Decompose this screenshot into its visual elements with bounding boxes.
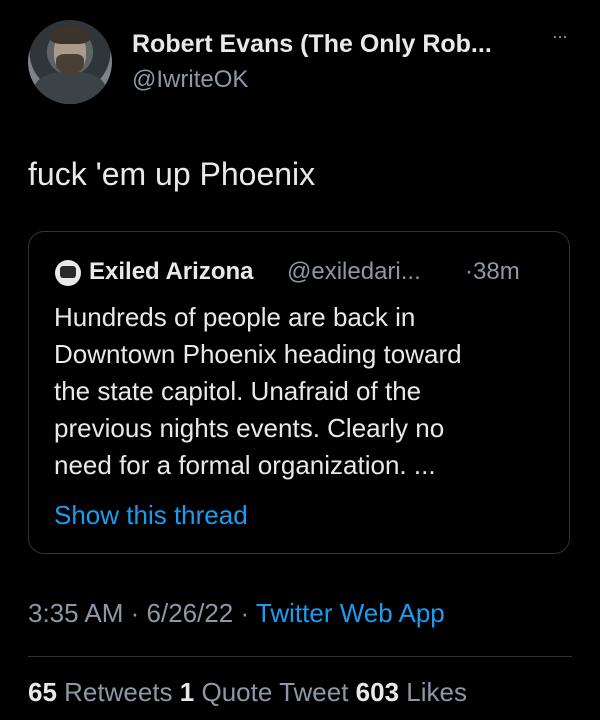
quote-tweets-label: Quote Tweet xyxy=(201,677,349,707)
tweet-metadata: 3:35 AM · 6/26/22 · Twitter Web App xyxy=(28,598,445,629)
author-avatar[interactable] xyxy=(28,20,112,104)
likes-stat[interactable]: 603 Likes xyxy=(356,677,467,707)
quote-tweets-stat[interactable]: 1 Quote Tweet xyxy=(180,677,349,707)
quoted-text-line: previous nights events. Clearly no xyxy=(54,413,445,443)
retweets-stat[interactable]: 65 Retweets xyxy=(28,677,173,707)
engagement-stats: 65 Retweets 1 Quote Tweet 603 Likes xyxy=(28,677,467,708)
avatar-body xyxy=(34,72,106,104)
divider xyxy=(28,656,572,657)
tweet-date[interactable]: 6/26/22 xyxy=(147,598,234,628)
quoted-handle: @exiledari... xyxy=(287,258,421,285)
quoted-text-line: Downtown Phoenix heading toward xyxy=(54,339,462,369)
retweets-label: Retweets xyxy=(64,677,173,707)
quote-tweets-count: 1 xyxy=(179,677,195,707)
quoted-text-line: Hundreds of people are back in xyxy=(54,302,416,332)
meta-separator: · xyxy=(123,598,147,628)
avatar-hair xyxy=(50,26,90,44)
retweets-count: 65 xyxy=(28,677,57,707)
quoted-text-line: the state capitol. Unafraid of the xyxy=(54,376,422,406)
quoted-tweet-text: Hundreds of people are back in Downtown … xyxy=(54,299,554,484)
show-thread-link[interactable]: Show this thread xyxy=(54,500,248,531)
quoted-timestamp: ·38m xyxy=(465,258,520,285)
author-display-name[interactable]: Robert Evans (The Only Rob... xyxy=(132,30,492,59)
tweet-text: fuck 'em up Phoenix xyxy=(28,156,316,192)
source-app-link[interactable]: Twitter Web App xyxy=(256,598,445,628)
quoted-text-line: need for a formal organization. ... xyxy=(54,450,436,480)
likes-label: Likes xyxy=(406,677,467,707)
tweet-time[interactable]: 3:35 AM xyxy=(28,598,123,628)
quoted-tweet-card[interactable]: Exiled Arizona @exiledari... ·38m Hundre… xyxy=(28,231,570,554)
quoted-avatar-icon xyxy=(55,260,81,286)
more-options-icon[interactable]: ··· xyxy=(552,26,568,47)
avatar-beard xyxy=(56,54,84,74)
quoted-display-name: Exiled Arizona xyxy=(89,258,254,285)
author-handle[interactable]: @IwriteOK xyxy=(132,66,248,94)
meta-separator: · xyxy=(233,598,256,628)
likes-count: 603 xyxy=(355,677,400,707)
